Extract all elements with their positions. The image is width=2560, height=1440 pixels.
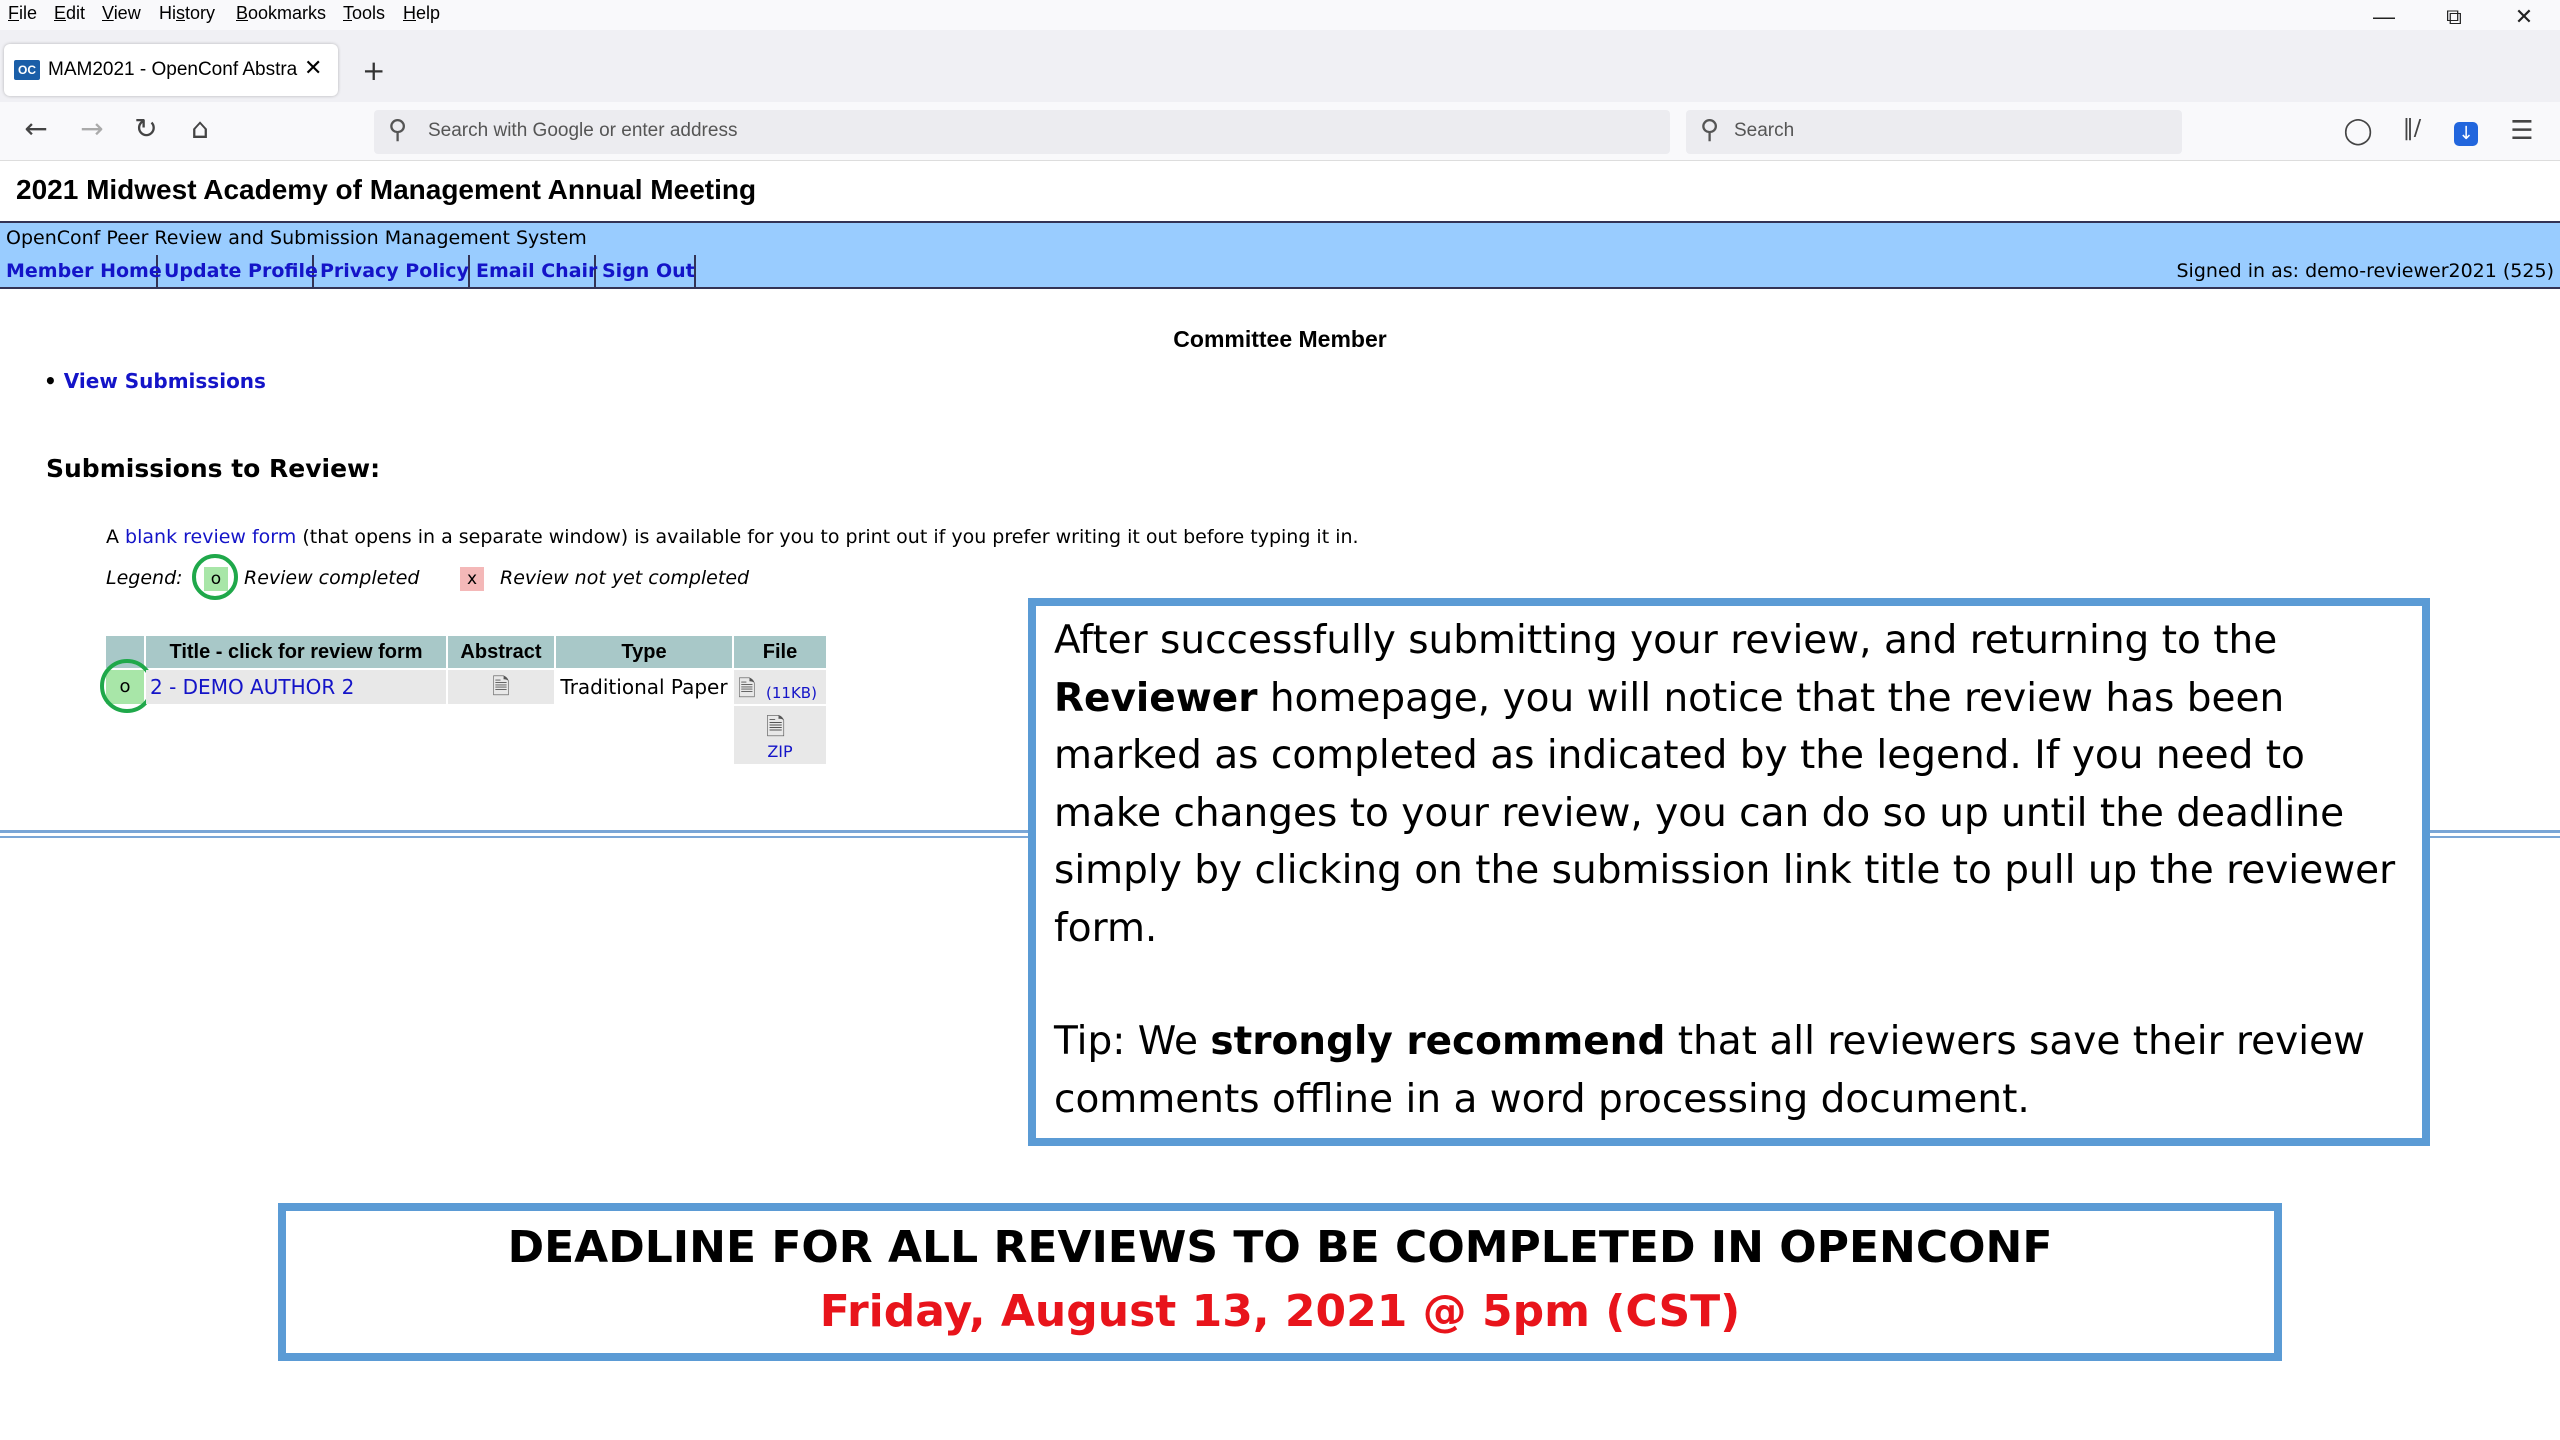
nav-email-chair[interactable]: Email Chair [470, 255, 597, 287]
address-placeholder[interactable]: Search with Google or enter address [428, 120, 737, 142]
back-icon[interactable]: ← [16, 112, 56, 145]
bullet: • [44, 369, 57, 393]
type-cell: Traditional Paper [556, 670, 732, 704]
submissions-heading: Submissions to Review: [46, 454, 381, 483]
note-suffix: (that opens in a separate window) is ava… [296, 526, 1359, 548]
search-icon: ⚲ [388, 115, 408, 145]
menu-help[interactable]: Help [403, 3, 440, 24]
tab-title[interactable]: MAM2021 - OpenConf Abstract [48, 59, 298, 81]
deadline-date: Friday, August 13, 2021 @ 5pm (CST) [819, 1286, 1741, 1337]
nav-update-profile[interactable]: Update Profile [158, 255, 318, 287]
zip-label[interactable]: ZIP [734, 742, 826, 761]
system-name: OpenConf Peer Review and Submission Mana… [6, 227, 587, 249]
new-tab-icon[interactable]: + [362, 54, 385, 87]
menu-history[interactable]: History [159, 3, 215, 24]
legend-completed-label: Review completed [244, 567, 420, 589]
legend-pending-label: Review not yet completed [500, 567, 750, 589]
menu-bar: File Edit View History Bookmarks Tools H… [0, 0, 2560, 30]
search-placeholder[interactable]: Search [1734, 120, 1794, 142]
tab-close-icon[interactable]: ✕ [304, 56, 322, 81]
submission-title-link[interactable]: 2 - DEMO AUTHOR 2 [146, 670, 446, 704]
openconf-favicon-icon: OC [14, 60, 40, 80]
abstract-cell: 🗎 [448, 670, 554, 704]
title-header: Title - click for review form [146, 636, 446, 668]
site-title: 2021 Midwest Academy of Management Annua… [16, 174, 757, 205]
nav-member-home[interactable]: Member Home [0, 255, 162, 287]
file-size-link[interactable]: (11KB) [766, 684, 817, 702]
menu-view[interactable]: View [102, 3, 141, 24]
document-icon[interactable]: 🗎 [492, 675, 510, 700]
callout-text: After successfully submitting your revie… [1054, 618, 2278, 663]
forward-icon[interactable]: → [72, 112, 112, 145]
menu-bookmarks[interactable]: Bookmarks [236, 3, 326, 24]
callout-emphasis: Reviewer [1054, 675, 1258, 721]
blank-review-form-link[interactable]: blank review form [125, 526, 296, 548]
legend: Legend: [106, 567, 183, 589]
hamburger-menu-icon[interactable]: ☰ [2504, 116, 2540, 146]
legend-label: Legend: [106, 567, 183, 589]
abstract-header: Abstract [448, 636, 554, 668]
tip-emphasis: strongly recommend [1210, 1019, 1666, 1064]
view-submissions-label[interactable]: View Submissions [64, 369, 266, 393]
type-header: Type [556, 636, 732, 668]
tip-text: Tip: We [1054, 1019, 1211, 1064]
restore-icon[interactable]: ⧉ [2434, 4, 2474, 30]
pocket-icon[interactable]: ◯ [2340, 116, 2376, 146]
reload-icon[interactable]: ↻ [126, 112, 166, 145]
signed-in-status: Signed in as: demo-reviewer2021 (525) [2176, 260, 2555, 282]
search-icon: ⚲ [1700, 115, 1720, 145]
highlight-circle [192, 554, 238, 600]
callout-tip: Tip: We strongly recommend that all revi… [1054, 1013, 2424, 1128]
deadline-title: DEADLINE FOR ALL REVIEWS TO BE COMPLETED… [507, 1222, 2053, 1273]
page-title: Committee Member [1173, 326, 1387, 352]
home-icon[interactable]: ⌂ [180, 112, 220, 145]
view-submissions-link[interactable]: • View Submissions [44, 369, 266, 393]
legend-pending-marker: x [460, 567, 484, 591]
nav-privacy-policy[interactable]: Privacy Policy [314, 255, 470, 287]
minimize-icon[interactable]: — [2364, 4, 2404, 30]
callout-paragraph: After successfully submitting your revie… [1054, 612, 2424, 957]
file-document-icon[interactable]: 🗎 [738, 672, 756, 710]
blank-form-note: A blank review form (that opens in a sep… [106, 526, 1359, 548]
library-icon[interactable]: ‖∕ [2394, 116, 2430, 141]
menu-edit[interactable]: Edit [54, 3, 85, 24]
nav-sign-out[interactable]: Sign Out [596, 255, 696, 287]
note-prefix: A [106, 526, 126, 548]
menu-tools[interactable]: Tools [343, 3, 385, 24]
close-window-icon[interactable]: ✕ [2504, 4, 2544, 30]
download-icon[interactable]: ↓ [2448, 116, 2484, 146]
file-header: File [734, 636, 826, 668]
menu-file[interactable]: File [8, 3, 37, 24]
